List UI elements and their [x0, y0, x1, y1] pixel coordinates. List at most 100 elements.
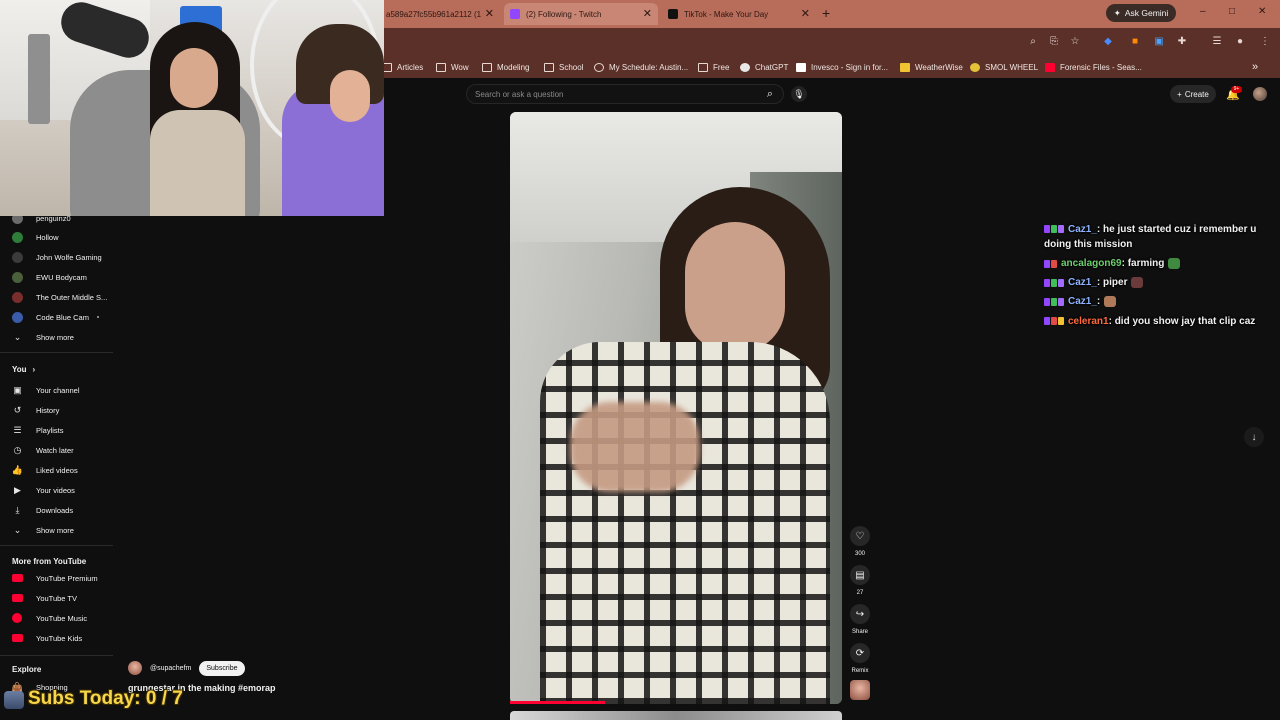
new-tab-button[interactable]: +	[822, 5, 830, 21]
search-icon[interactable]: ⌕	[767, 88, 773, 101]
chat-text: : did you show jay that clip caz	[1108, 315, 1256, 327]
maximize-button[interactable]: □	[1229, 6, 1235, 17]
short-channel-row: @supachefm Subscribe	[128, 660, 245, 676]
sidebar-subscription[interactable]: Hollow	[0, 227, 113, 247]
bookmark-item[interactable]: WeatherWise	[900, 60, 963, 74]
chat-text: :	[1096, 296, 1101, 308]
sidebar-item-youtube-premium[interactable]: YouTube Premium	[0, 568, 113, 588]
sidebar-show-more[interactable]: ⌄ Show more	[0, 520, 113, 540]
remix-button[interactable]: ⟳	[850, 643, 870, 663]
sidebar-item-your-channel[interactable]: ▣ Your channel	[0, 380, 113, 400]
sidebar-divider	[0, 655, 113, 656]
chat-badges	[1044, 314, 1065, 329]
subscription-label: Code Blue Cam	[36, 312, 89, 322]
person-left-face	[170, 48, 218, 108]
bookmark-item[interactable]: My Schedule: Austin...	[594, 60, 688, 74]
twitch-icon	[510, 9, 520, 19]
sidebar-item-label: YouTube Music	[36, 613, 88, 623]
short-video-player[interactable]	[510, 112, 842, 704]
browser-tab-active[interactable]: (2) Following - Twitch ✕	[504, 3, 658, 25]
extension-icon[interactable]: ◆	[1101, 34, 1115, 48]
create-button[interactable]: + Create	[1170, 85, 1216, 103]
bookmark-item[interactable]: Wow	[436, 60, 469, 74]
bookmark-label: Forensic Files - Seas...	[1060, 62, 1142, 72]
bookmark-item[interactable]: Forensic Files - Seas...	[1045, 60, 1142, 74]
subscribe-button[interactable]: Subscribe	[199, 660, 245, 676]
profile-avatar-icon[interactable]: ●	[1233, 34, 1247, 48]
bookmark-item[interactable]: Modeling	[482, 60, 529, 74]
search-input[interactable]: Search or ask a question ⌕	[466, 84, 784, 104]
bookmark-item[interactable]: ChatGPT	[740, 60, 788, 74]
bookmark-label: Articles	[397, 62, 424, 72]
tiktok-icon	[668, 9, 678, 19]
youtube-kids-icon	[12, 634, 23, 642]
close-tab-icon[interactable]: ✕	[801, 7, 810, 20]
bookmark-star-icon[interactable]: ☆	[1068, 34, 1082, 48]
sidepanel-icon[interactable]: ☰	[1210, 34, 1224, 48]
sidebar-subscription[interactable]: John Wolfe Gaming	[0, 247, 113, 267]
sidebar-item-watch-later[interactable]: ◷ Watch later	[0, 440, 113, 460]
sidebar-subscription[interactable]: EWU Bodycam	[0, 267, 113, 287]
sidebar-item-label: Playlists	[36, 425, 64, 435]
notification-count-badge: 9+	[1231, 86, 1242, 93]
scroll-down-arrow-icon[interactable]: ↓	[1244, 427, 1264, 447]
sidebar-show-more[interactable]: ⌄ Show more	[0, 327, 113, 347]
sidebar-item-playlists[interactable]: ☰ Playlists	[0, 420, 113, 440]
sidebar-item-downloads[interactable]: ⤓ Downloads	[0, 500, 113, 520]
video-progress-bar[interactable]	[510, 701, 605, 704]
channel-avatar-icon	[12, 271, 23, 283]
account-avatar[interactable]	[1253, 87, 1267, 101]
sidebar-item-label: Your videos	[36, 485, 75, 495]
youtube-music-icon	[12, 613, 22, 623]
minimize-button[interactable]: –	[1200, 6, 1206, 17]
sidebar-item-label: YouTube Kids	[36, 633, 83, 643]
extension-icon[interactable]: ■	[1128, 34, 1142, 48]
sidebar-you-heading[interactable]: You ›	[12, 365, 35, 374]
bookmark-item[interactable]: Free	[698, 60, 729, 74]
sidebar-item-history[interactable]: ↺ History	[0, 400, 113, 420]
close-tab-icon[interactable]: ✕	[485, 7, 494, 20]
browser-tab[interactable]: a589a27fc55b961a2112 (1 ✕	[384, 3, 500, 25]
close-tab-icon[interactable]: ✕	[643, 7, 652, 20]
chat-username: Caz1_	[1068, 296, 1097, 308]
like-button[interactable]: ♡	[850, 526, 870, 546]
zoom-icon[interactable]: ⌕	[1026, 34, 1040, 48]
chat-message: ancalagon69: farming	[1044, 256, 1274, 271]
bookmark-item[interactable]: SMOL WHEEL	[970, 60, 1038, 74]
microphone-icon[interactable]: 🎙	[791, 86, 807, 102]
sidebar-item-label: Downloads	[36, 505, 74, 515]
bookmarks-overflow[interactable]: »	[1252, 60, 1258, 74]
sidebar-subscription[interactable]: Code Blue Cam	[0, 307, 113, 327]
browser-menu-icon[interactable]: ⋮	[1258, 34, 1272, 48]
webcam-overlay	[0, 0, 384, 216]
subscription-label: The Outer Middle S...	[36, 292, 108, 302]
install-app-icon[interactable]: ⎘	[1047, 34, 1061, 48]
channel-avatar[interactable]	[128, 661, 142, 675]
sidebar-item-youtube-kids[interactable]: YouTube Kids	[0, 628, 113, 648]
face	[685, 222, 785, 352]
ask-gemini-button[interactable]: ✦ Ask Gemini	[1106, 4, 1176, 22]
sidebar-item-youtube-tv[interactable]: YouTube TV	[0, 588, 113, 608]
next-short-preview[interactable]	[510, 711, 842, 720]
bookmark-item[interactable]: Invesco - Sign in for...	[796, 60, 888, 74]
search-placeholder: Search or ask a question	[475, 89, 564, 99]
sidebar-item-liked-videos[interactable]: 👍 Liked videos	[0, 460, 113, 480]
chat-message: celeran1: did you show jay that clip caz	[1044, 314, 1274, 329]
sound-thumbnail[interactable]	[850, 680, 870, 700]
invesco-icon	[796, 62, 806, 72]
extensions-puzzle-icon[interactable]: ✚	[1175, 34, 1189, 48]
browser-tab[interactable]: TikTok - Make Your Day ✕	[662, 3, 816, 25]
comment-button[interactable]: ▤	[850, 565, 870, 585]
share-button[interactable]: ↪	[850, 604, 870, 624]
wheel-icon	[970, 62, 980, 72]
bookmark-item[interactable]: Articles	[382, 60, 423, 74]
extension-icon[interactable]: ▣	[1152, 34, 1166, 48]
chat-message: Caz1_: he just started cuz i remember u …	[1044, 222, 1274, 252]
bookmark-item[interactable]: School	[544, 60, 583, 74]
sidebar-item-your-videos[interactable]: ▶ Your videos	[0, 480, 113, 500]
folder-icon	[436, 62, 446, 72]
sidebar-item-youtube-music[interactable]: YouTube Music	[0, 608, 113, 628]
channel-handle[interactable]: @supachefm	[150, 665, 191, 672]
sidebar-subscription[interactable]: The Outer Middle S...	[0, 287, 113, 307]
close-window-button[interactable]: ✕	[1258, 6, 1266, 17]
